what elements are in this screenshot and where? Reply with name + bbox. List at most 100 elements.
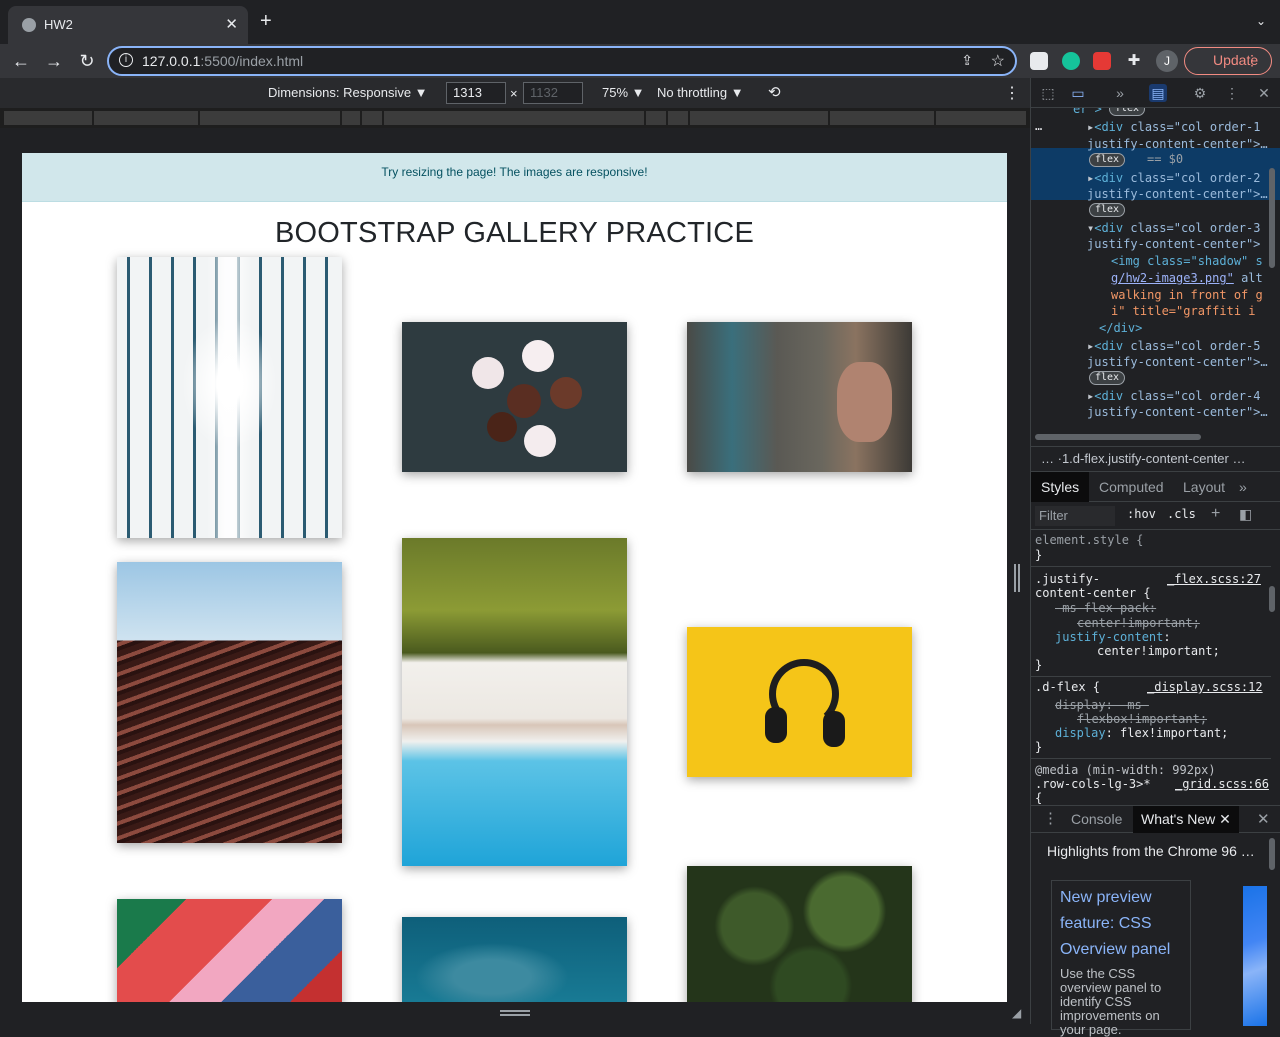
rule-source-link[interactable]: _grid.scss:66 bbox=[1175, 777, 1269, 791]
throttling-dropdown[interactable]: No throttling ▼ bbox=[657, 85, 744, 100]
close-whats-new-icon[interactable]: ✕ bbox=[1219, 811, 1231, 827]
devtools-menu-icon[interactable]: ⋮ bbox=[1223, 84, 1241, 102]
element-style-rule[interactable]: element.style { bbox=[1035, 533, 1143, 547]
width-input[interactable]: 1313 bbox=[446, 82, 506, 104]
more-style-tabs-icon[interactable]: » bbox=[1229, 472, 1257, 502]
bookmark-star-icon[interactable]: ☆ bbox=[991, 51, 1005, 71]
tree-line[interactable]: justify-content-center"> bbox=[1087, 237, 1260, 251]
tree-line[interactable]: ▾<div class="col order-3 bbox=[1087, 221, 1260, 235]
elements-scrollbar[interactable] bbox=[1269, 168, 1275, 268]
style-value[interactable]: center!important; bbox=[1097, 644, 1220, 658]
rule-selector[interactable]: .row-cols-lg-3>* bbox=[1035, 777, 1151, 791]
extensions-puzzle-icon[interactable]: ✚ bbox=[1122, 49, 1146, 73]
issues-icon[interactable]: ▤ bbox=[1149, 84, 1167, 102]
share-icon[interactable]: ⇪ bbox=[961, 52, 973, 69]
cls-toggle[interactable]: .cls bbox=[1167, 507, 1196, 521]
new-rule-icon[interactable]: + bbox=[1211, 505, 1220, 523]
gallery-image-palm-trees bbox=[687, 866, 912, 1002]
flex-badge[interactable]: flex bbox=[1089, 153, 1126, 167]
more-tabs-icon[interactable]: » bbox=[1111, 84, 1129, 102]
profile-avatar[interactable]: J bbox=[1156, 50, 1178, 72]
tab-console[interactable]: Console bbox=[1063, 806, 1130, 833]
styles-scrollbar[interactable] bbox=[1269, 586, 1275, 612]
extension-1-icon[interactable] bbox=[1030, 52, 1048, 70]
sidebar-toggle-icon[interactable]: ◧ bbox=[1239, 506, 1252, 523]
update-button[interactable]: Update ⋮ bbox=[1184, 47, 1272, 75]
extension-3-icon[interactable] bbox=[1093, 52, 1111, 70]
forward-icon[interactable]: → bbox=[42, 49, 66, 73]
close-devtools-icon[interactable]: ✕ bbox=[1255, 84, 1273, 102]
tree-line[interactable]: <img class="shadow" s bbox=[1111, 254, 1263, 268]
tree-line[interactable]: ▸<div class="col order-1 bbox=[1087, 120, 1260, 134]
rotate-icon[interactable]: ⟲ bbox=[768, 83, 781, 101]
settings-gear-icon[interactable]: ⚙ bbox=[1191, 84, 1209, 102]
tree-line[interactable]: g/hw2-image3.png" alt bbox=[1111, 271, 1263, 285]
resize-corner-icon[interactable]: ◢ bbox=[1012, 1006, 1021, 1020]
node-ellipsis[interactable]: … bbox=[1035, 119, 1042, 133]
device-more-icon[interactable]: ⋮ bbox=[1004, 83, 1020, 103]
rule-selector[interactable]: .d-flex { bbox=[1035, 680, 1100, 694]
style-value[interactable]: flexbox!important; bbox=[1077, 712, 1207, 726]
resize-handle-right[interactable] bbox=[1014, 564, 1020, 592]
tree-line[interactable]: justify-content-center">… bbox=[1087, 187, 1268, 201]
rule-source-link[interactable]: _display.scss:12 bbox=[1147, 680, 1263, 694]
gallery-image-palm-beach bbox=[402, 538, 627, 866]
flex-badge[interactable]: flex bbox=[1109, 108, 1146, 116]
close-tab-icon[interactable]: ✕ bbox=[225, 15, 238, 33]
tree-line[interactable]: ▸<div class="col order-4 bbox=[1087, 389, 1260, 403]
style-property[interactable]: display: -ms- bbox=[1055, 698, 1149, 712]
url-text[interactable]: 127.0.0.1:5500/index.html bbox=[142, 53, 303, 69]
height-input[interactable]: 1132 bbox=[523, 82, 583, 104]
rule-source-link[interactable]: _flex.scss:27 bbox=[1167, 572, 1261, 586]
styles-filter-input[interactable]: Filter bbox=[1035, 506, 1115, 526]
rule-selector[interactable]: content-center { bbox=[1035, 586, 1151, 600]
zoom-dropdown[interactable]: 75% ▼ bbox=[602, 85, 645, 100]
tab-styles[interactable]: Styles bbox=[1031, 472, 1090, 502]
tab-computed[interactable]: Computed bbox=[1089, 472, 1174, 502]
elements-horizontal-scrollbar[interactable] bbox=[1035, 434, 1201, 440]
drawer-scrollbar[interactable] bbox=[1269, 838, 1275, 870]
style-property[interactable]: justify-content: bbox=[1055, 630, 1171, 644]
tab-search-icon[interactable]: ⌄ bbox=[1256, 14, 1266, 28]
reload-icon[interactable]: ↻ bbox=[75, 49, 99, 73]
card-title-line[interactable]: Overview panel bbox=[1060, 937, 1182, 963]
whats-new-card[interactable]: New preview feature: CSS Overview panel … bbox=[1051, 880, 1191, 1037]
inspect-element-icon[interactable]: ⬚ bbox=[1039, 84, 1057, 102]
tree-line[interactable]: justify-content-center">… bbox=[1087, 405, 1268, 419]
gallery-image-graffiti-girl bbox=[687, 322, 912, 472]
dimensions-dropdown[interactable]: Dimensions: Responsive ▼ bbox=[268, 85, 428, 100]
tree-line[interactable]: justify-content-center">… bbox=[1087, 355, 1268, 369]
tree-line[interactable]: ▸<div class="col order-2 bbox=[1087, 171, 1260, 185]
tab-whats-new[interactable]: What's New ✕ bbox=[1133, 806, 1239, 833]
grammarly-icon[interactable] bbox=[1062, 52, 1080, 70]
tree-line[interactable]: </div> bbox=[1099, 321, 1142, 335]
card-title-line[interactable]: feature: CSS bbox=[1060, 911, 1182, 937]
resize-handle-bottom[interactable] bbox=[500, 1010, 530, 1016]
tree-line[interactable]: i" title="graffiti i bbox=[1111, 304, 1256, 318]
device-toggle-icon[interactable]: ▭ bbox=[1069, 84, 1087, 102]
tree-line[interactable]: ▸<div class="col order-5 bbox=[1087, 339, 1260, 353]
tree-line[interactable]: justify-content-center">… bbox=[1087, 137, 1268, 151]
style-property[interactable]: -ms-flex-pack: bbox=[1055, 601, 1156, 615]
drawer-menu-icon[interactable]: ⋮ bbox=[1043, 809, 1058, 827]
back-icon[interactable]: ← bbox=[9, 49, 33, 73]
flex-badge[interactable]: flex bbox=[1089, 371, 1126, 385]
elements-tree[interactable]: er > flex … ▸<div class="col order-1 jus… bbox=[1031, 108, 1280, 446]
media-query-ruler[interactable] bbox=[0, 108, 1030, 128]
site-info-icon[interactable]: i bbox=[119, 53, 133, 67]
tree-line[interactable]: walking in front of g bbox=[1111, 288, 1263, 302]
styles-pane[interactable]: element.style { } .justify- _flex.scss:2… bbox=[1031, 530, 1280, 804]
hov-toggle[interactable]: :hov bbox=[1127, 507, 1156, 521]
flex-badge[interactable]: flex bbox=[1089, 203, 1126, 217]
browser-tab[interactable]: HW2 ✕ bbox=[8, 6, 248, 44]
style-property[interactable]: display: flex!important; bbox=[1055, 726, 1228, 740]
address-bar[interactable]: i 127.0.0.1:5500/index.html ⇪ ☆ bbox=[107, 46, 1017, 76]
dom-breadcrumb[interactable]: … ·1.d-flex.justify-content-center … bbox=[1031, 446, 1280, 472]
style-value[interactable]: center!important; bbox=[1077, 616, 1200, 630]
tab-layout[interactable]: Layout bbox=[1173, 472, 1235, 502]
rule-selector[interactable]: .justify- bbox=[1035, 572, 1100, 586]
gallery-image-building bbox=[117, 257, 342, 538]
card-title-line[interactable]: New preview bbox=[1060, 885, 1182, 911]
close-drawer-icon[interactable]: ✕ bbox=[1257, 810, 1270, 828]
new-tab-button[interactable]: + bbox=[260, 11, 272, 31]
